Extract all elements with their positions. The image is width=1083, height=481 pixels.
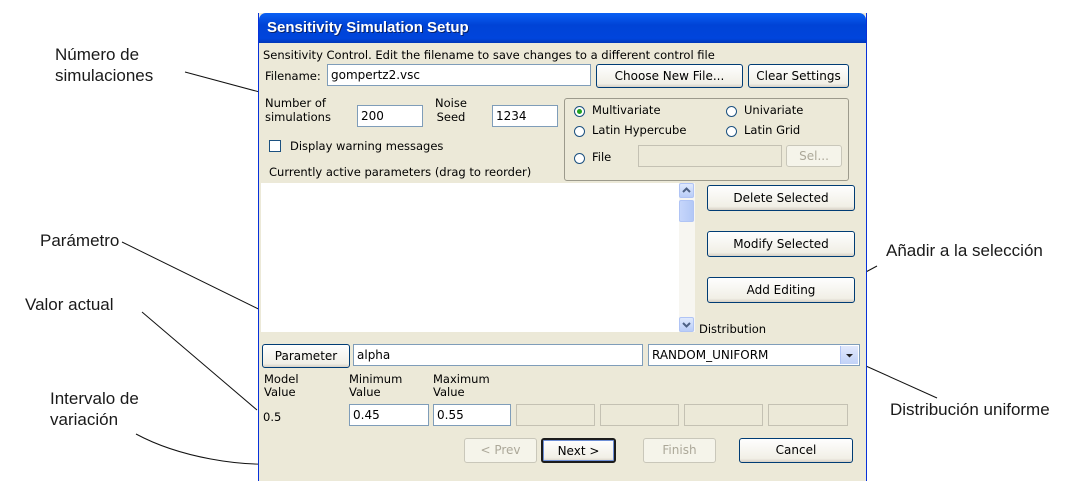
parameter-annotation: Parámetro <box>40 231 120 250</box>
distribution-label: Distribution <box>699 322 767 336</box>
parameter-button[interactable]: Parameter <box>262 344 350 368</box>
file-label: File <box>592 150 612 164</box>
scroll-thumb[interactable] <box>679 200 694 222</box>
active-params-list[interactable] <box>261 183 679 332</box>
num-sims-annotation-line1: Número de <box>55 45 140 64</box>
noise-seed-label-line1: Noise <box>435 96 467 110</box>
latin-grid-label: Latin Grid <box>744 123 801 137</box>
range-annotation-line2: variación <box>50 410 119 429</box>
clear-settings-button[interactable]: Clear Settings <box>748 64 849 88</box>
chevron-up-icon <box>682 187 691 193</box>
sel-button[interactable]: Sel... <box>786 145 842 167</box>
title-bar[interactable]: Sensitivity Simulation Setup <box>259 13 866 43</box>
minimum-value-label: Minimum Value <box>349 373 402 399</box>
next-button[interactable]: Next > <box>541 438 616 463</box>
add-selection-annotation: Añadir a la selección <box>886 241 1043 260</box>
cancel-button[interactable]: Cancel <box>739 438 853 463</box>
prev-button[interactable]: < Prev <box>464 438 537 463</box>
chevron-down-icon <box>682 322 691 328</box>
extra-value-field-3[interactable] <box>684 404 763 426</box>
params-scrollbar[interactable] <box>679 183 695 332</box>
uniform-dist-annotation: Distribución uniforme <box>890 400 1050 419</box>
info-text: Sensitivity Control. Edit the filename t… <box>263 48 715 62</box>
distribution-select-value: RANDOM_UNIFORM <box>652 348 769 362</box>
model-value-label-line2: Value <box>264 385 296 399</box>
maximum-value-label: Maximum Value <box>433 373 490 399</box>
minimum-value-label-line2: Value <box>349 385 381 399</box>
range-annotation: Intervalo de variación <box>50 388 139 430</box>
current-value-annotation: Valor actual <box>25 295 114 314</box>
maximum-value-label-line2: Value <box>433 385 465 399</box>
current-value-callout-line <box>141 311 258 411</box>
delete-selected-button[interactable]: Delete Selected <box>707 185 855 211</box>
filename-input[interactable]: gompertz2.vsc <box>327 64 591 86</box>
distribution-dropdown-arrow[interactable] <box>840 346 858 364</box>
latin-grid-radio[interactable] <box>726 126 737 137</box>
display-warnings-label: Display warning messages <box>290 139 444 153</box>
model-value-text: 0.5 <box>263 410 282 424</box>
display-warnings-checkbox[interactable] <box>269 140 281 152</box>
num-sims-input[interactable]: 200 <box>357 105 423 127</box>
num-sims-annotation-line2: simulaciones <box>55 66 154 85</box>
maximum-value-input[interactable]: 0.55 <box>433 404 511 426</box>
multivariate-label: Multivariate <box>592 103 661 117</box>
parameter-input[interactable]: alpha <box>353 344 643 366</box>
num-sims-label: Number of simulations <box>265 96 331 124</box>
num-sims-annotation: Número de simulaciones <box>55 44 153 86</box>
latin-hypercube-radio[interactable] <box>574 126 585 137</box>
minimum-value-input[interactable]: 0.45 <box>349 404 429 426</box>
uniform-dist-callout-line <box>856 361 938 399</box>
sampling-file-input[interactable] <box>638 145 782 167</box>
num-sims-label-line1: Number of <box>265 96 326 110</box>
modify-selected-button[interactable]: Modify Selected <box>707 231 855 257</box>
choose-new-file-button[interactable]: Choose New File... <box>596 64 743 88</box>
range-annotation-line1: Intervalo de <box>50 389 139 408</box>
distribution-select[interactable]: RANDOM_UNIFORM <box>648 344 860 366</box>
noise-seed-input[interactable]: 1234 <box>492 105 558 127</box>
sensitivity-dialog: Sensitivity Simulation Setup Sensitivity… <box>258 13 867 481</box>
finish-button[interactable]: Finish <box>643 438 716 463</box>
latin-hypercube-label: Latin Hypercube <box>592 123 687 137</box>
noise-seed-label-line2: Seed <box>436 110 466 124</box>
chevron-down-icon <box>846 354 853 358</box>
extra-value-field-4[interactable] <box>768 404 848 426</box>
extra-value-field-2[interactable] <box>600 404 679 426</box>
dialog-title: Sensitivity Simulation Setup <box>267 19 469 36</box>
extra-value-field-1[interactable] <box>516 404 595 426</box>
univariate-radio[interactable] <box>726 106 737 117</box>
filename-label: Filename: <box>265 69 321 83</box>
num-sims-label-line2: simulations <box>265 110 331 124</box>
noise-seed-label: Noise Seed <box>435 96 467 124</box>
model-value-label: Model Value <box>264 373 299 399</box>
univariate-label: Univariate <box>744 103 804 117</box>
scroll-up-button[interactable] <box>679 183 694 198</box>
scroll-down-button[interactable] <box>679 317 694 332</box>
file-radio[interactable] <box>574 153 585 164</box>
add-editing-button[interactable]: Add Editing <box>707 277 855 303</box>
active-params-label: Currently active parameters (drag to reo… <box>269 165 532 179</box>
multivariate-radio[interactable] <box>574 106 585 117</box>
